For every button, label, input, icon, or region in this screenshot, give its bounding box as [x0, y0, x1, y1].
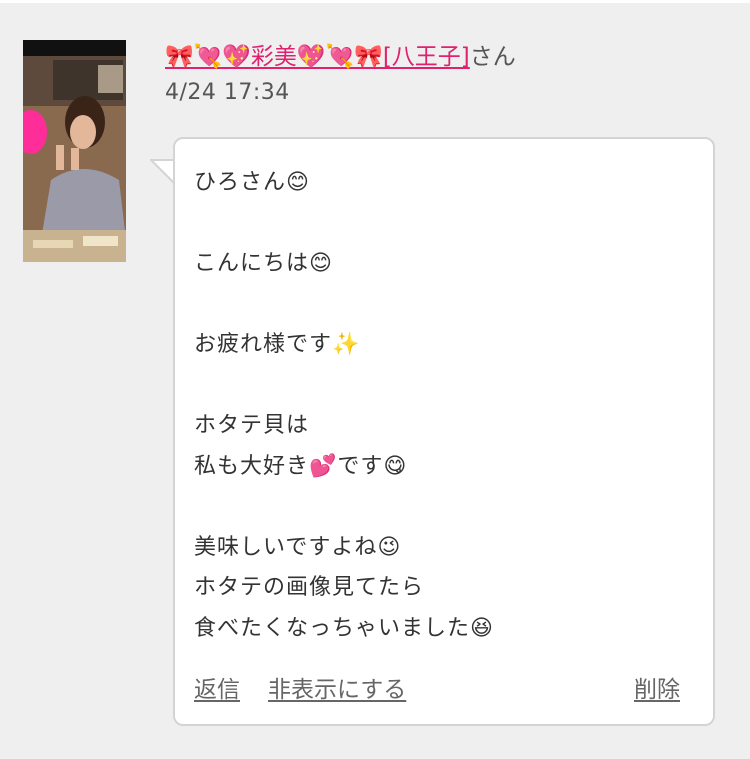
- top-divider: [0, 0, 750, 3]
- hide-link[interactable]: 非表示にする: [268, 674, 406, 706]
- message-timestamp: 4/24 17:34: [165, 80, 290, 105]
- message-bubble: ひろさん😊 こんにちは😊 お疲れ様です✨ ホタテ貝は 私も大好き💕です😋 美味し…: [173, 137, 715, 726]
- reply-link[interactable]: 返信: [194, 674, 240, 706]
- message-body: ひろさん😊 こんにちは😊 お疲れ様です✨ ホタテ貝は 私も大好き💕です😋 美味し…: [194, 170, 494, 641]
- sender-name-link[interactable]: 🎀💘💖彩美💖💘🎀[八王子]: [165, 44, 470, 70]
- honorific-suffix: さん: [469, 44, 516, 70]
- sender-avatar[interactable]: [23, 40, 126, 262]
- message-header: 🎀💘💖彩美💖💘🎀[八王子]さん 4/24 17:34: [165, 40, 725, 109]
- sender-name-row: 🎀💘💖彩美💖💘🎀[八王子]さん: [165, 40, 725, 74]
- delete-link[interactable]: 削除: [634, 674, 680, 706]
